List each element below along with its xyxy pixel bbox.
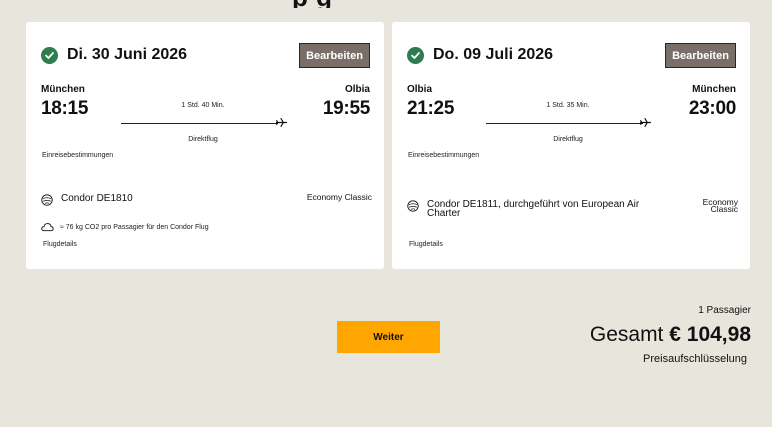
inbound-route-line [486,123,643,124]
airline-logo-icon [407,200,419,212]
inbound-cabin-line2: Classic [710,204,738,214]
check-circle-icon [407,46,424,64]
inbound-flight-card: Do. 09 Juli 2026 Bearbeiten Olbia 21:25 … [392,22,750,269]
inbound-flight-type: Direktflug [553,136,583,143]
outbound-edit-button[interactable]: Bearbeiten [299,43,370,68]
page-title: p g [292,0,333,8]
check-circle-icon [41,46,58,64]
inbound-date: Do. 09 Juli 2026 [433,46,554,63]
outbound-departure-time: 18:15 [41,98,89,119]
inbound-edit-button[interactable]: Bearbeiten [665,43,736,68]
outbound-arrival-time: 19:55 [322,98,370,119]
plane-icon [640,118,651,127]
outbound-co2-row: ≈ 76 kg CO2 pro Passagier für den Condor… [41,222,209,232]
inbound-duration: 1 Std. 35 Min. [546,102,590,109]
outbound-airline-row: Condor DE1810 [41,194,133,206]
outbound-cabin-class: Economy Classic [306,192,372,202]
inbound-airline-row: Condor DE1811, durchgeführt von European… [407,200,639,219]
cloud-icon [41,223,54,232]
inbound-departure-time: 21:25 [407,98,455,119]
outbound-flight-card: Di. 30 Juni 2026 Bearbeiten München 18:1… [26,22,384,269]
inbound-airline: Condor DE1811, durchgeführt von European… [427,200,639,219]
outbound-co2-info: ≈ 76 kg CO2 pro Passagier für den Condor… [60,223,209,231]
plane-icon [276,118,287,127]
passenger-count: 1 Passagier [698,305,751,316]
outbound-duration: 1 Std. 40 Min. [181,102,225,109]
continue-button[interactable]: Weiter [337,321,440,353]
inbound-date-row: Do. 09 Juli 2026 [407,46,553,64]
inbound-flight-details-link[interactable]: Flugdetails [409,241,443,248]
page-heading-fragment: p g [0,0,772,8]
inbound-cabin-class: Economy Classic [703,198,738,214]
inbound-airline-line2: Charter [427,208,461,219]
outbound-origin-city: München [41,84,85,95]
airline-logo-icon [41,194,53,206]
outbound-date: Di. 30 Juni 2026 [67,46,188,63]
outbound-entry-requirements-link[interactable]: Einreisebestimmungen [42,152,113,159]
outbound-route-line [121,123,278,124]
inbound-entry-requirements-link[interactable]: Einreisebestimmungen [408,152,479,159]
outbound-flight-details-link[interactable]: Flugdetails [43,241,77,248]
price-breakdown-link[interactable]: Preisaufschlüsselung [643,353,747,365]
total-amount: € 104,98 [669,323,751,346]
total-label: Gesamt [589,323,664,346]
inbound-arrival-time: 23:00 [688,98,736,119]
total-price: Gesamt € 104,98 [590,323,751,347]
inbound-origin-city: Olbia [407,84,433,95]
outbound-airline: Condor DE1810 [61,193,133,204]
outbound-destination-city: Olbia [344,84,370,95]
inbound-destination-city: München [692,84,736,95]
outbound-date-row: Di. 30 Juni 2026 [41,46,187,64]
outbound-flight-type: Direktflug [188,136,218,143]
